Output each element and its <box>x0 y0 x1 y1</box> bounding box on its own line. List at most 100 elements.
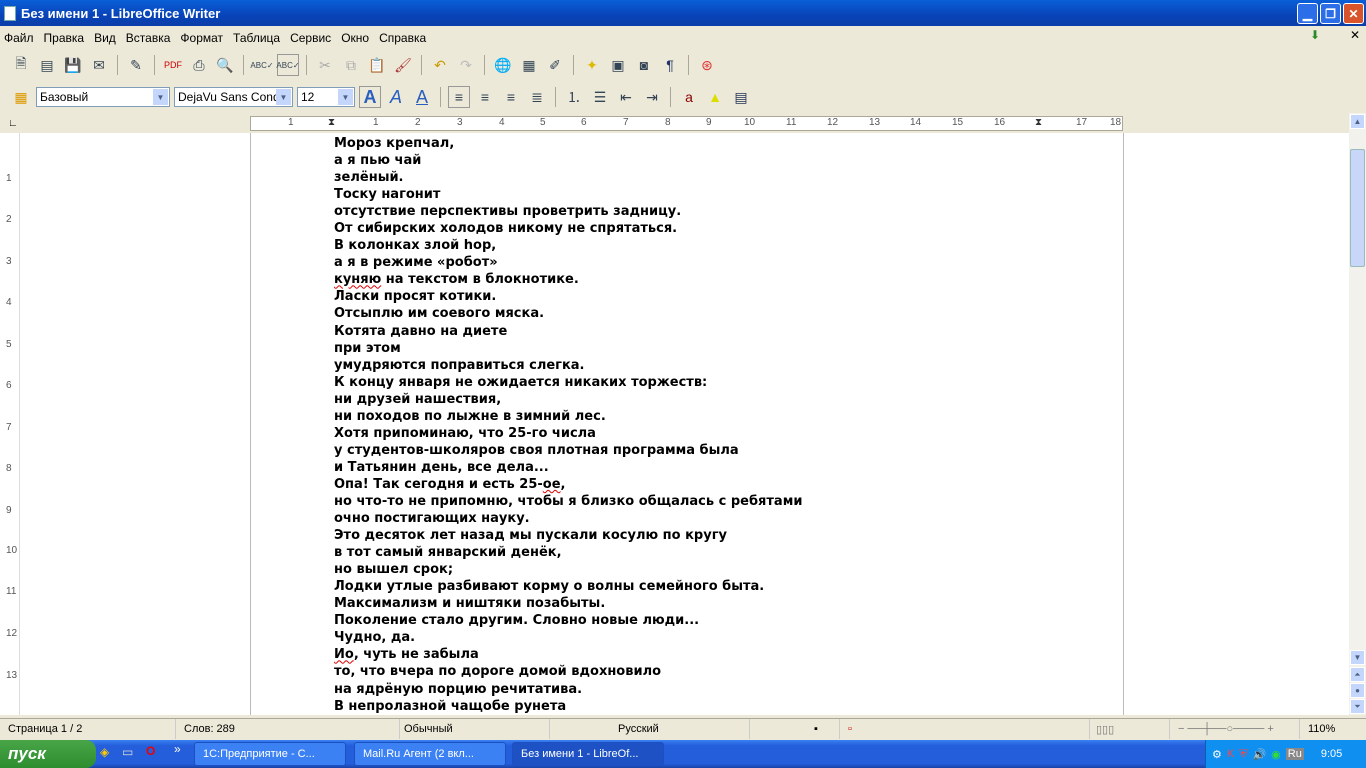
zoom-level[interactable]: 110% <box>1300 719 1335 739</box>
update-download-icon[interactable]: ⬇ <box>1310 28 1320 42</box>
hyperlink-icon[interactable]: 🌐 <box>492 54 514 76</box>
next-page-icon[interactable]: ⏷ <box>1350 699 1365 714</box>
menu-view[interactable]: Вид <box>94 31 116 45</box>
new-document-icon[interactable]: 🗎 <box>10 54 32 76</box>
menu-format[interactable]: Формат <box>180 31 223 45</box>
spellcheck-icon[interactable]: ABC✓ <box>250 54 273 76</box>
language-indicator[interactable]: Ru <box>1285 748 1304 760</box>
paragraph-style-select[interactable]: Базовый ▼ <box>36 87 170 107</box>
task-1c[interactable]: 1С:Предприятие - С... <box>194 742 346 766</box>
show-draw-functions-icon[interactable]: ✐ <box>544 54 566 76</box>
view-layout-icon[interactable]: ▯▯▯ <box>1090 719 1170 739</box>
antivirus-icon[interactable]: K <box>1227 748 1234 760</box>
right-indent-marker-icon[interactable]: ⧗ <box>1035 117 1042 128</box>
show-desktop-icon[interactable]: ▭ <box>122 745 133 759</box>
menu-window[interactable]: Окно <box>341 31 369 45</box>
menu-insert[interactable]: Вставка <box>126 31 171 45</box>
data-sources-icon[interactable]: ◙ <box>633 54 655 76</box>
menu-help[interactable]: Справка <box>379 31 426 45</box>
navigator-icon[interactable]: ✦ <box>581 54 603 76</box>
horizontal-ruler[interactable]: 1 ⧗ 1 2 3 4 5 6 7 8 9 10 11 12 13 14 15 … <box>250 116 1123 131</box>
start-button[interactable]: пуск <box>0 740 96 768</box>
scroll-thumb[interactable] <box>1350 149 1365 267</box>
underline-icon[interactable]: A <box>411 86 433 108</box>
zoom-slider[interactable]: − ──┼──○──── + <box>1170 719 1300 739</box>
table-icon[interactable]: ▦ <box>518 54 540 76</box>
bullets-icon[interactable]: ☰ <box>589 86 611 108</box>
copy-icon[interactable]: ⧉ <box>340 54 362 76</box>
help-icon[interactable]: ⊛ <box>696 54 718 76</box>
gallery-icon[interactable]: ▣ <box>607 54 629 76</box>
close-button[interactable]: ✕ <box>1343 3 1364 24</box>
font-color-icon[interactable]: a <box>678 86 700 108</box>
align-center-icon[interactable]: ≡ <box>474 86 496 108</box>
minimize-button[interactable]: ▁ <box>1297 3 1318 24</box>
edit-file-icon[interactable]: ✎ <box>125 54 147 76</box>
task-mailru-agent[interactable]: Mail.Ru Агент (2 вкл... <box>354 742 506 766</box>
autospellcheck-icon[interactable]: ABC✓ <box>276 54 300 76</box>
redo-icon[interactable]: ↷ <box>455 54 477 76</box>
vertical-scrollbar[interactable]: ▲ ▼ ⏶ ● ⏷ <box>1349 113 1366 715</box>
1c-quicklaunch-icon[interactable]: ◈ <box>100 745 109 759</box>
selection-mode-icon[interactable]: ▪ <box>750 719 840 739</box>
close-document-icon[interactable]: ✕ <box>1350 28 1360 42</box>
mailru-status-icon[interactable]: ◉ <box>1271 748 1281 761</box>
highlight-icon[interactable]: ▲ <box>704 86 726 108</box>
page-count[interactable]: Страница 1 / 2 <box>0 719 176 739</box>
print-icon[interactable]: ⎙ <box>188 54 210 76</box>
more-icon[interactable]: » <box>174 742 181 756</box>
paste-icon[interactable]: 📋 <box>366 54 388 76</box>
save-icon[interactable]: 💾 <box>62 54 84 76</box>
spelling-error[interactable]: Ио <box>334 647 354 662</box>
styles-icon[interactable]: ▦ <box>10 86 32 108</box>
open-icon[interactable]: ▤ <box>36 54 58 76</box>
security-shield-icon[interactable]: ⛨ <box>1239 748 1247 761</box>
chevron-down-icon[interactable]: ▼ <box>276 89 291 105</box>
export-pdf-icon[interactable]: PDF <box>162 54 184 76</box>
decrease-indent-icon[interactable]: ⇤ <box>615 86 637 108</box>
tab-stop-icon[interactable]: ∟ <box>8 118 18 129</box>
volume-icon[interactable]: 🔊 <box>1252 748 1266 761</box>
align-right-icon[interactable]: ≡ <box>500 86 522 108</box>
text-line: зелёный. <box>334 170 404 186</box>
cut-icon[interactable]: ✂ <box>314 54 336 76</box>
email-icon[interactable]: ✉ <box>88 54 110 76</box>
font-name-select[interactable]: DejaVu Sans Conder ▼ <box>174 87 293 107</box>
chevron-down-icon[interactable]: ▼ <box>338 89 353 105</box>
align-left-icon[interactable]: ≡ <box>448 86 470 108</box>
undo-icon[interactable]: ↶ <box>429 54 451 76</box>
spelling-error[interactable]: куняю <box>334 272 381 287</box>
italic-icon[interactable]: A <box>385 86 407 108</box>
scroll-down-icon[interactable]: ▼ <box>1350 650 1365 665</box>
vertical-ruler[interactable]: 1 2 3 4 5 6 7 8 9 10 11 12 13 <box>0 133 20 715</box>
scroll-up-icon[interactable]: ▲ <box>1350 114 1365 129</box>
text-line: Отсыплю им соевого мяска. <box>334 306 545 322</box>
text-line: Чудно, да. <box>334 630 416 646</box>
chevron-down-icon[interactable]: ▼ <box>153 89 168 105</box>
print-preview-icon[interactable]: 🔍 <box>214 54 236 76</box>
menu-tools[interactable]: Сервис <box>290 31 331 45</box>
menu-file[interactable]: Файл <box>4 31 34 45</box>
first-indent-marker-icon[interactable]: ⧗ <box>328 117 335 128</box>
ruler-tick: 11 <box>786 117 797 128</box>
clone-formatting-icon[interactable]: 🖌 <box>392 54 414 76</box>
previous-page-icon[interactable]: ⏶ <box>1350 667 1365 682</box>
numbering-icon[interactable]: ⒈ <box>563 86 585 108</box>
menu-table[interactable]: Таблица <box>233 31 280 45</box>
bold-icon[interactable]: A <box>359 86 381 108</box>
maximize-button[interactable]: ❐ <box>1320 3 1341 24</box>
document-text[interactable]: Мороз крепчал, а я пью чай зелёный. Тоску н… <box>334 135 802 715</box>
navigation-icon[interactable]: ● <box>1350 683 1365 698</box>
increase-indent-icon[interactable]: ⇥ <box>641 86 663 108</box>
language[interactable]: Русский <box>550 719 750 739</box>
page-style[interactable]: Обычный <box>400 719 550 739</box>
task-libreoffice[interactable]: Без имени 1 - LibreOf... <box>512 742 664 766</box>
spelling-error[interactable]: ое <box>543 477 561 492</box>
network-icon[interactable]: ⚙ <box>1212 748 1222 761</box>
justify-icon[interactable]: ≣ <box>526 86 548 108</box>
formatting-marks-icon[interactable]: ¶ <box>659 54 681 76</box>
font-size-select[interactable]: 12 ▼ <box>297 87 355 107</box>
background-color-icon[interactable]: ▤ <box>730 86 752 108</box>
opera-icon[interactable]: O <box>146 744 155 758</box>
menu-edit[interactable]: Правка <box>44 31 85 45</box>
